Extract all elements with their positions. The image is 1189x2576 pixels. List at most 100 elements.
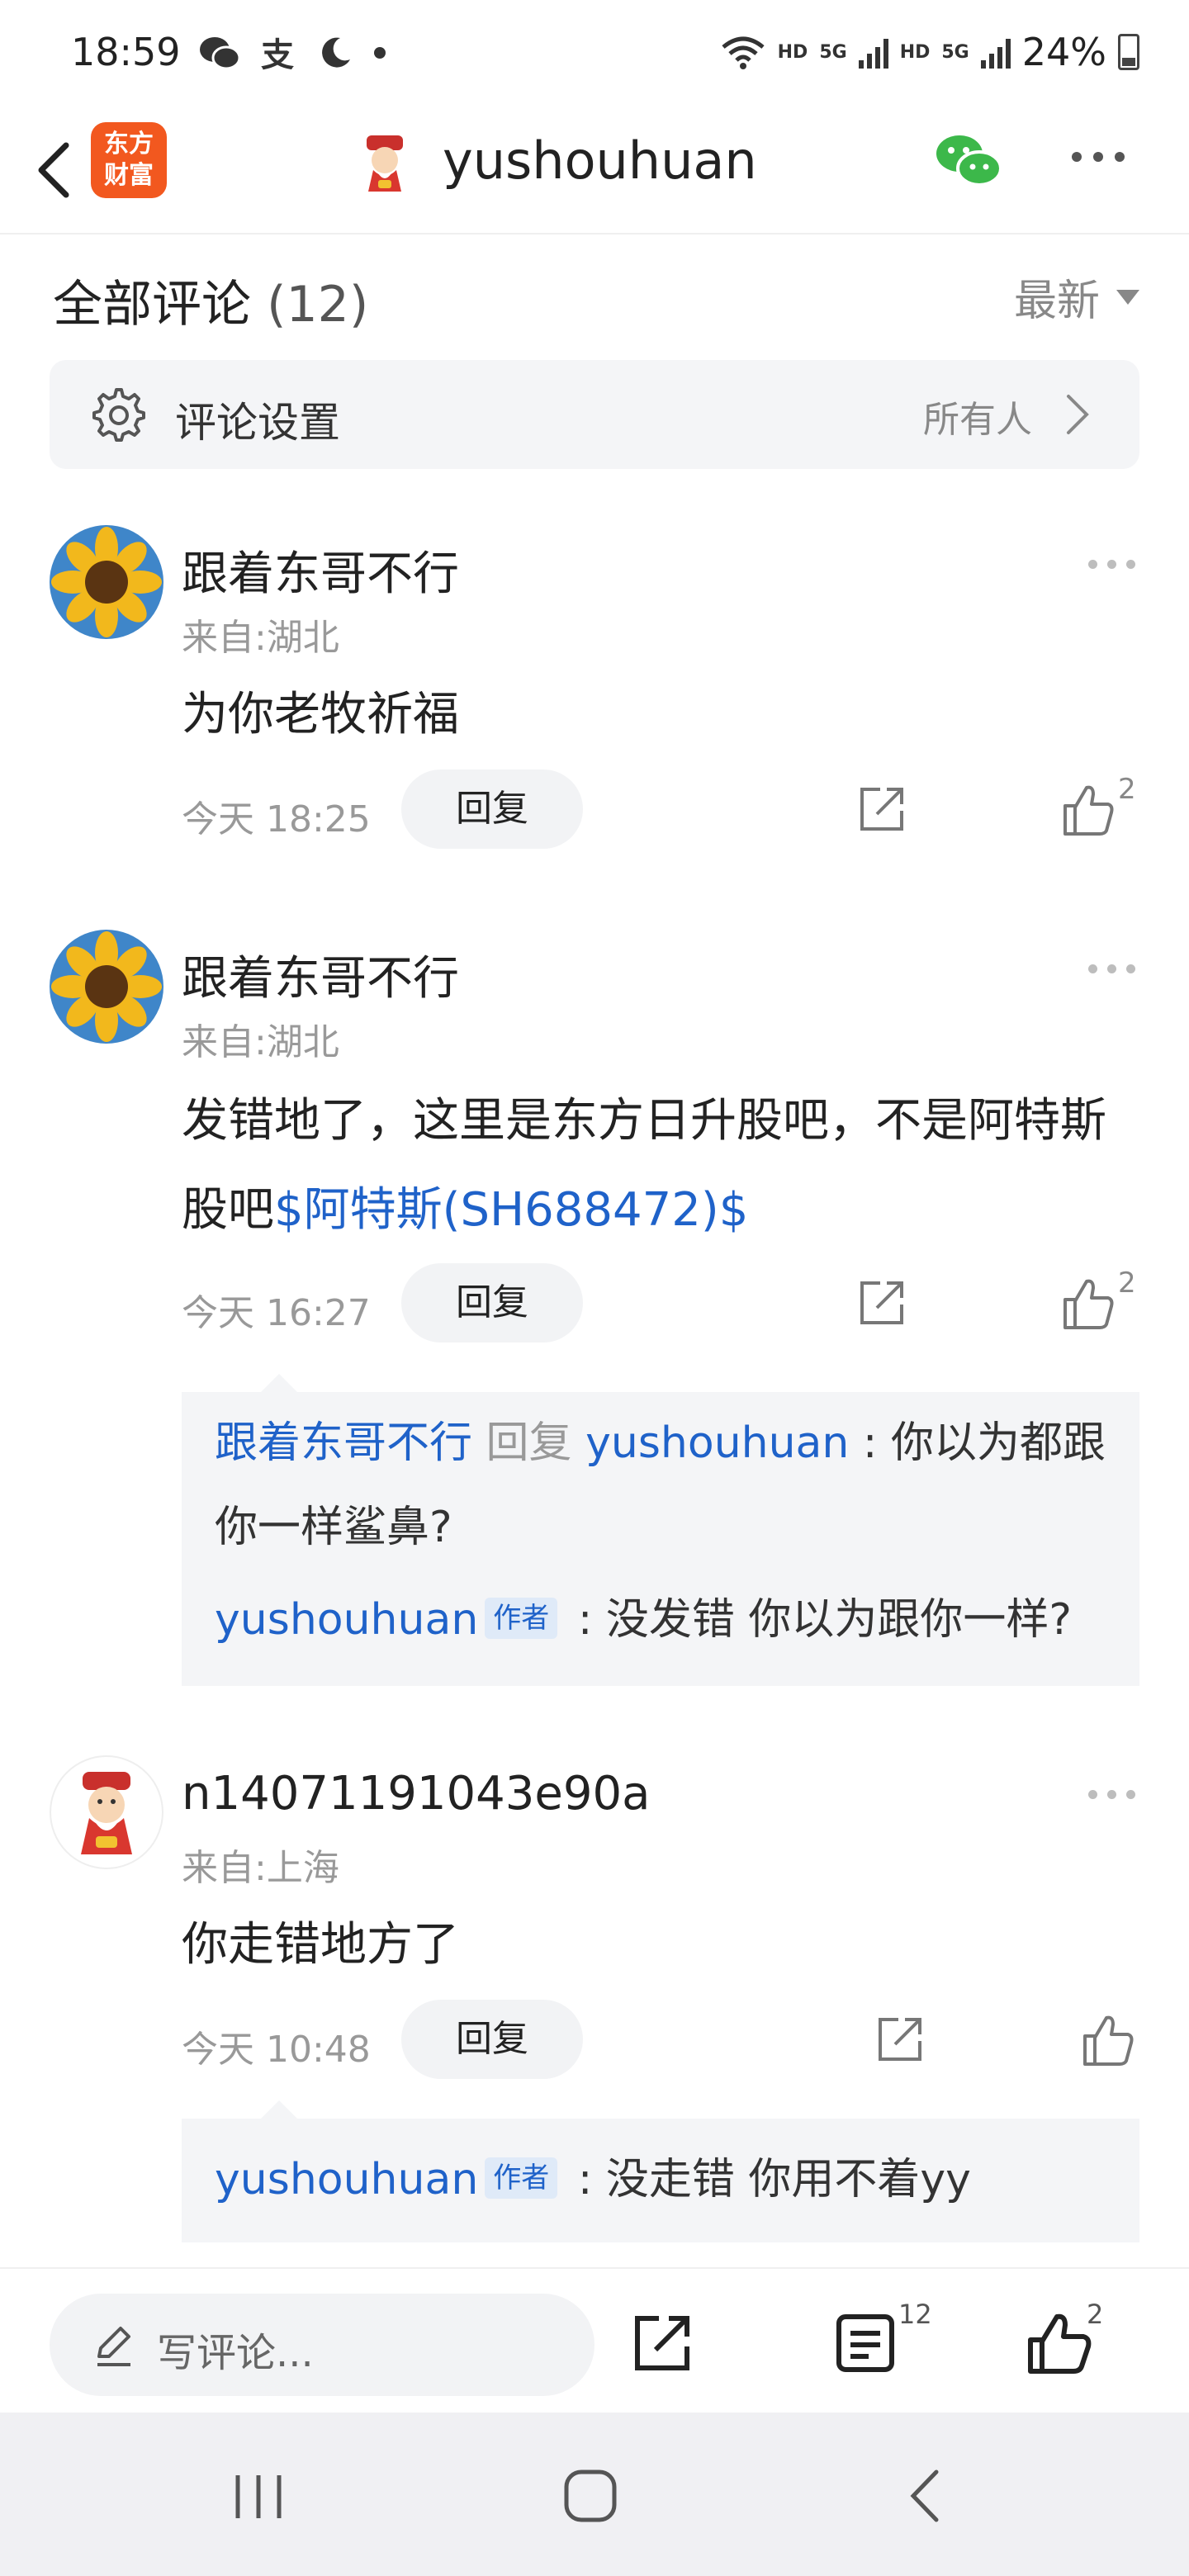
- reply-button[interactable]: 回复: [401, 2000, 583, 2079]
- recent-apps-icon[interactable]: [230, 2472, 287, 2522]
- eastmoney-logo[interactable]: 东方 财富: [91, 122, 167, 198]
- svg-text:支: 支: [261, 36, 294, 71]
- status-bar: 18:59 支 HD 5G HD 5G 24%: [0, 0, 1189, 107]
- comments-section-title: 全部评论 (12): [53, 264, 368, 336]
- dot-icon: [374, 47, 386, 59]
- reply-item: 跟着东哥不行 回复 yushouhuan : 你以为都跟: [215, 1402, 1123, 1485]
- reply-thread: 跟着东哥不行 回复 yushouhuan : 你以为都跟 你一样鲨鼻? yush…: [182, 1374, 1139, 1686]
- thumbs-up-icon[interactable]: [1024, 2310, 1095, 2376]
- avatar[interactable]: [50, 525, 163, 639]
- comment-body: 为你老牧祈福: [182, 688, 459, 741]
- comment-location: 来自:湖北: [182, 617, 339, 659]
- chevron-right-icon: [1067, 395, 1089, 434]
- reply-verb: 回复: [486, 1418, 572, 1468]
- thumbs-up-icon[interactable]: [1059, 781, 1116, 839]
- nav-back-icon[interactable]: [902, 2467, 948, 2525]
- settings-label: 评论设置: [175, 399, 340, 447]
- comment-body-text: 股吧: [182, 1183, 274, 1237]
- comment-time: 今天 18:25: [182, 798, 371, 841]
- author-badge: 作者: [485, 2157, 558, 2199]
- sort-label: 最新: [1013, 277, 1100, 326]
- page-title: yushouhuan: [443, 130, 757, 191]
- reply-text: : 没走错 你用不着yy: [564, 2155, 971, 2204]
- comment-body-line: 股吧$阿特斯(SH688472)$: [182, 1166, 1148, 1255]
- comment-more-icon[interactable]: [1088, 964, 1135, 973]
- home-icon[interactable]: [561, 2467, 619, 2525]
- comment-body: 你走错地方了: [182, 1918, 459, 1972]
- comment-settings-row[interactable]: 评论设置 所有人: [50, 360, 1139, 469]
- top-nav-bar: 东方 财富 yushouhuan: [0, 107, 1189, 234]
- reply-author[interactable]: yushouhuan: [215, 1595, 478, 1645]
- share-icon[interactable]: [874, 2013, 926, 2066]
- back-icon[interactable]: [20, 129, 86, 211]
- logo-text-line2: 财富: [104, 161, 154, 190]
- reply-text: : 没发错 你以为跟你一样?: [564, 1595, 1073, 1645]
- thumbs-up-icon[interactable]: [1059, 1275, 1116, 1333]
- comments-list-icon[interactable]: [832, 2310, 898, 2376]
- signal-icon-2: [980, 36, 1011, 69]
- network-type-2: 5G: [941, 41, 969, 63]
- wechat-icon: [200, 37, 241, 70]
- moon-icon: [322, 37, 350, 68]
- comment-author[interactable]: 跟着东哥不行: [182, 537, 459, 604]
- comment-more-icon[interactable]: [1088, 1790, 1135, 1799]
- reply-target[interactable]: yushouhuan: [585, 1418, 849, 1468]
- share-icon[interactable]: [855, 1276, 908, 1329]
- reply-item: yushouhuan 作者 : 没走错 你用不着yy: [215, 2138, 1123, 2221]
- write-comment-input[interactable]: 写评论...: [50, 2294, 594, 2396]
- section-title-text: 全部评论: [53, 276, 251, 334]
- alipay-icon: 支: [261, 36, 294, 71]
- comment-more-icon[interactable]: [1088, 560, 1135, 569]
- comment-author[interactable]: 跟着东哥不行: [182, 941, 459, 1008]
- sunflower-avatar-icon: [50, 525, 163, 639]
- likes-count-badge: 2: [1087, 2299, 1104, 2330]
- battery-percent: 24%: [1021, 30, 1106, 74]
- avatar[interactable]: [50, 930, 163, 1044]
- wifi-icon: [722, 36, 765, 69]
- battery-icon: [1118, 34, 1139, 70]
- signal-icon: [858, 36, 888, 69]
- network-label: HD: [777, 41, 808, 63]
- stock-link[interactable]: $阿特斯(SH688472)$: [274, 1183, 748, 1237]
- sort-dropdown[interactable]: 最新: [1014, 266, 1139, 328]
- reply-text-continued: 你一样鲨鼻?: [215, 1503, 452, 1552]
- network-type: 5G: [819, 41, 847, 63]
- sunflower-avatar-icon: [50, 930, 163, 1044]
- bottom-action-bar: 写评论... 12 2: [0, 2267, 1189, 2413]
- reply-button[interactable]: 回复: [401, 1263, 583, 1342]
- caishen-avatar-icon: [81, 1772, 132, 1854]
- share-icon[interactable]: [629, 2310, 695, 2376]
- thumbs-up-icon[interactable]: [1078, 2011, 1136, 2069]
- reply-text: : 你以为都跟: [849, 1418, 1106, 1468]
- wechat-share-icon[interactable]: [933, 129, 1004, 195]
- avatar[interactable]: [50, 1755, 163, 1869]
- reply-thread: yushouhuan 作者 : 没走错 你用不着yy: [182, 2100, 1139, 2242]
- comment-author[interactable]: n14071191043e90a: [182, 1767, 650, 1821]
- reply-item: yushouhuan 作者 : 没发错 你以为跟你一样?: [215, 1579, 1123, 1661]
- comment-body-line: 发错地了，这里是东方日升股吧，不是阿特斯: [182, 1094, 1106, 1148]
- status-notification-icons: 支: [198, 35, 388, 71]
- settings-value: 所有人: [923, 399, 1032, 441]
- like-count: 2: [1118, 1267, 1136, 1300]
- comments-count-badge: 12: [898, 2299, 932, 2330]
- gear-icon: [92, 388, 145, 442]
- more-icon[interactable]: [1072, 152, 1125, 162]
- comment-location: 来自:湖北: [182, 1021, 339, 1063]
- comment-total-count: (12): [267, 276, 369, 334]
- system-navigation-bar: [0, 2413, 1189, 2576]
- comment-location: 来自:上海: [182, 1847, 339, 1889]
- author-badge: 作者: [485, 1598, 558, 1639]
- caishen-avatar-icon[interactable]: [353, 132, 416, 195]
- caret-down-icon: [1116, 289, 1139, 305]
- reply-author[interactable]: 跟着东哥不行: [215, 1418, 472, 1468]
- reply-author[interactable]: yushouhuan: [215, 2155, 478, 2204]
- comment-body: 发错地了，这里是东方日升股吧，不是阿特斯 股吧$阿特斯(SH688472)$: [182, 1077, 1148, 1255]
- reply-button[interactable]: 回复: [401, 769, 583, 849]
- logo-text-line1: 东方: [104, 130, 154, 159]
- pencil-icon: [97, 2327, 130, 2366]
- comment-time: 今天 16:27: [182, 1292, 371, 1334]
- status-time: 18:59: [71, 30, 181, 74]
- share-icon[interactable]: [855, 783, 908, 836]
- like-count: 2: [1118, 773, 1136, 806]
- network-label-2: HD: [899, 41, 931, 63]
